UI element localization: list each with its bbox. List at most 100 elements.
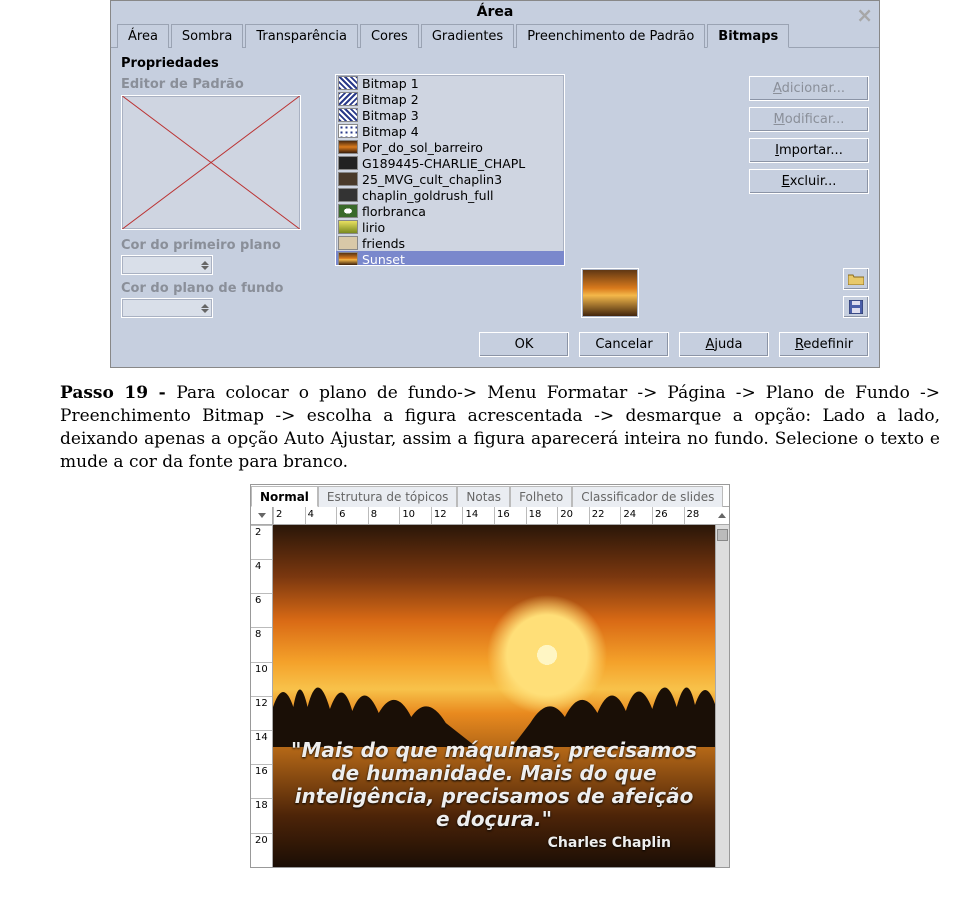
ruler-tick: 20 [557, 507, 589, 524]
bitmap-label: G189445-CHARLIE_CHAPL [362, 156, 525, 171]
tab-gradientes[interactable]: Gradientes [421, 24, 514, 48]
bitmap-item[interactable]: lirio [336, 219, 564, 235]
bitmap-item[interactable]: Sunset [336, 251, 564, 266]
fg-color-label: Cor do primeiro plano [121, 238, 321, 253]
trees-left [273, 667, 476, 747]
bitmap-thumb [338, 220, 358, 234]
tab-cores[interactable]: Cores [360, 24, 419, 48]
impress-window: NormalEstrutura de tópicosNotasFolhetoCl… [250, 484, 730, 868]
ruler-tick: 14 [462, 507, 494, 524]
ruler-tick: 4 [305, 507, 337, 524]
tab--rea[interactable]: Área [117, 24, 169, 48]
modify-button: Modificar... [749, 107, 869, 132]
bitmap-item[interactable]: friends [336, 235, 564, 251]
cancel-button[interactable]: Cancelar [579, 332, 669, 357]
ok-button[interactable]: OK [479, 332, 569, 357]
ruler-corner[interactable] [251, 507, 273, 525]
bitmap-item[interactable]: Bitmap 4 [336, 123, 564, 139]
ruler-tick: 8 [251, 627, 272, 661]
vertical-scrollbar[interactable] [715, 525, 729, 867]
bitmap-label: florbranca [362, 204, 426, 219]
impress-tab-notas[interactable]: Notas [457, 486, 510, 507]
bitmap-item[interactable]: 25_MVG_cult_chaplin3 [336, 171, 564, 187]
bitmap-item[interactable]: Por_do_sol_barreiro [336, 139, 564, 155]
save-palette-button[interactable] [843, 296, 869, 318]
bitmap-label: Bitmap 3 [362, 108, 419, 123]
chevron-down-icon [258, 513, 266, 518]
tab-bitmaps[interactable]: Bitmaps [707, 24, 789, 48]
open-palette-button[interactable] [843, 268, 869, 290]
tab-preenchimento-de-padr-o[interactable]: Preenchimento de Padrão [516, 24, 705, 48]
slide-background: "Mais do que máquinas, precisamos de hum… [273, 525, 715, 867]
bitmap-thumb [338, 156, 358, 170]
bitmap-item[interactable]: Bitmap 3 [336, 107, 564, 123]
reset-button[interactable]: Redefinir [779, 332, 869, 357]
tab-sombra[interactable]: Sombra [171, 24, 243, 48]
close-icon[interactable]: × [856, 3, 873, 27]
tab-transpar-ncia[interactable]: Transparência [245, 24, 358, 48]
add-button: Adicionar... [749, 76, 869, 101]
ruler-tick: 10 [399, 507, 431, 524]
ruler-tick: 2 [273, 507, 305, 524]
bitmap-item[interactable]: G189445-CHARLIE_CHAPL [336, 155, 564, 171]
bitmap-preview [581, 268, 639, 318]
impress-tab-classificador-de-slides[interactable]: Classificador de slides [572, 486, 723, 507]
bitmap-thumb [338, 252, 358, 266]
dialog-titlebar[interactable]: Área × [111, 1, 879, 23]
bg-color-label: Cor do plano de fundo [121, 281, 321, 296]
impress-tabs: NormalEstrutura de tópicosNotasFolhetoCl… [251, 485, 729, 507]
bitmap-label: lirio [362, 220, 385, 235]
ruler-tick: 12 [251, 696, 272, 730]
step-number: Passo 19 - [60, 383, 176, 403]
impress-tab-normal[interactable]: Normal [251, 486, 318, 507]
slide-area[interactable]: "Mais do que máquinas, precisamos de hum… [273, 525, 715, 867]
ruler-tick: 10 [251, 662, 272, 696]
bitmap-item[interactable]: Bitmap 1 [336, 75, 564, 91]
help-button[interactable]: Ajuda [679, 332, 769, 357]
delete-button[interactable]: Excluir... [749, 169, 869, 194]
props-label: Propriedades [121, 56, 321, 71]
bitmap-thumb [338, 76, 358, 90]
step-description: Passo 19 - Para colocar o plano de fundo… [0, 378, 960, 480]
bitmap-thumb [338, 188, 358, 202]
fg-color-input [121, 255, 213, 275]
bitmap-thumb [338, 108, 358, 122]
ruler-tick: 6 [336, 507, 368, 524]
step-body: Para colocar o plano de fundo-> Menu For… [60, 383, 940, 472]
bitmap-thumb [338, 236, 358, 250]
ruler-tick: 22 [589, 507, 621, 524]
area-dialog: Área × ÁreaSombraTransparênciaCoresGradi… [110, 0, 880, 368]
bitmap-label: Bitmap 2 [362, 92, 419, 107]
ruler-tick: 16 [251, 764, 272, 798]
trees-right [512, 667, 715, 747]
ruler-tick: 20 [251, 833, 272, 867]
ruler-tick: 26 [652, 507, 684, 524]
import-button[interactable]: Importar... [749, 138, 869, 163]
scroll-up-icon[interactable] [718, 513, 726, 518]
bitmap-item[interactable]: florbranca [336, 203, 564, 219]
bitmap-label: Bitmap 4 [362, 124, 419, 139]
ruler-tick: 28 [684, 507, 716, 524]
bitmap-item[interactable]: Bitmap 2 [336, 91, 564, 107]
bitmap-thumb [338, 204, 358, 218]
bitmap-item[interactable]: chaplin_goldrush_full [336, 187, 564, 203]
bg-color-input [121, 298, 213, 318]
bitmap-label: 25_MVG_cult_chaplin3 [362, 172, 502, 187]
pattern-editor-label: Editor de Padrão [121, 77, 321, 92]
bitmap-label: Sunset [362, 252, 405, 267]
scrollbar-thumb[interactable] [717, 529, 728, 541]
quote-author: Charles Chaplin [287, 835, 701, 851]
vertical-ruler: 2468101214161820 [251, 525, 273, 867]
bitmap-list[interactable]: Bitmap 1Bitmap 2Bitmap 3Bitmap 4Por_do_s… [335, 74, 565, 266]
ruler-tick: 14 [251, 730, 272, 764]
ruler-tick: 18 [526, 507, 558, 524]
bitmap-thumb [338, 172, 358, 186]
ruler-tick: 16 [494, 507, 526, 524]
quote-text: "Mais do que máquinas, precisamos de hum… [291, 738, 697, 831]
bitmap-label: Por_do_sol_barreiro [362, 140, 483, 155]
impress-tab-estrutura-de-t-picos[interactable]: Estrutura de tópicos [318, 486, 458, 507]
ruler-tick: 2 [251, 525, 272, 559]
bitmap-label: Bitmap 1 [362, 76, 419, 91]
impress-tab-folheto[interactable]: Folheto [510, 486, 572, 507]
dialog-footer: OK Cancelar Ajuda Redefinir [111, 324, 879, 367]
